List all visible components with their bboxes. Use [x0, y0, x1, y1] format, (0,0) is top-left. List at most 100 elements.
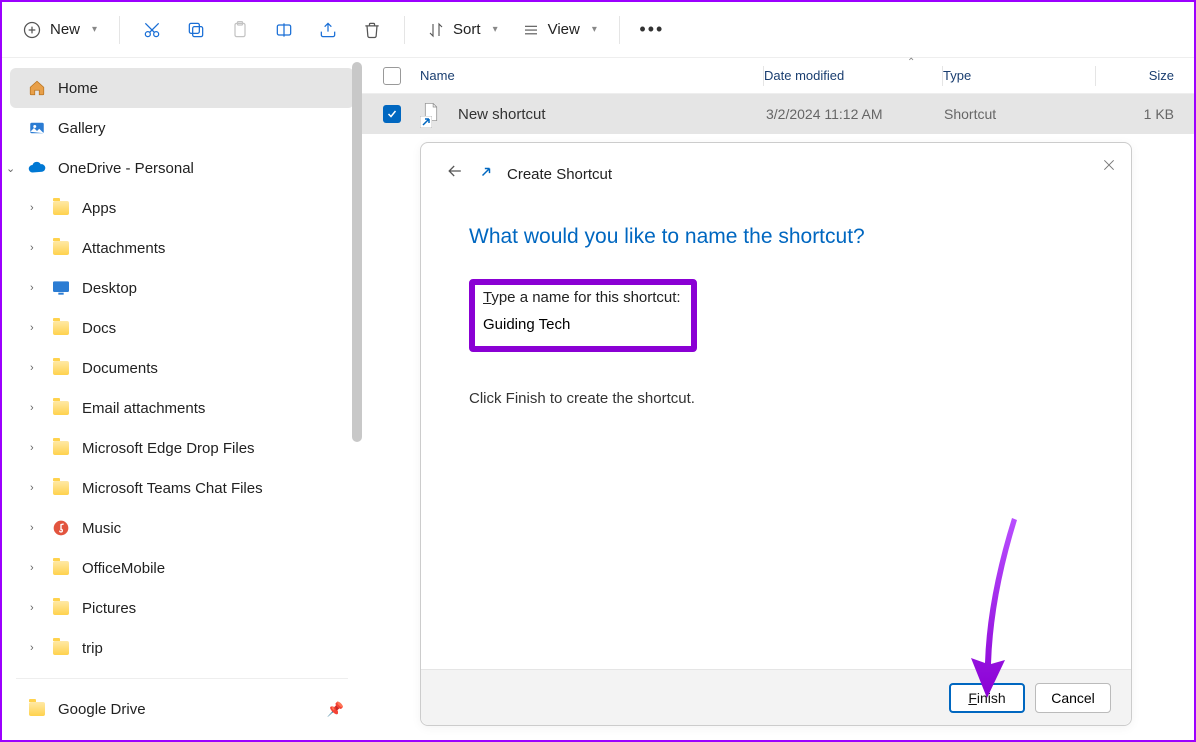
folder-icon — [50, 401, 72, 415]
sidebar-item-label: Documents — [82, 360, 158, 377]
sidebar-item-label: Microsoft Edge Drop Files — [82, 440, 255, 457]
shortcut-file-icon — [422, 102, 440, 126]
sidebar-item-label: OneDrive - Personal — [58, 160, 194, 177]
sidebar-item-folder[interactable]: ›Email attachments — [10, 388, 354, 428]
copy-icon — [186, 20, 206, 40]
close-button[interactable] — [1101, 157, 1117, 178]
sidebar-item-folder[interactable]: ›Docs — [10, 308, 354, 348]
copy-button[interactable] — [176, 10, 216, 50]
dialog-hint: Click Finish to create the shortcut. — [469, 390, 1083, 407]
share-icon — [318, 20, 338, 40]
chevron-right-icon: › — [30, 562, 48, 574]
folder-icon — [50, 241, 72, 255]
dialog-footer: Finish Cancel — [421, 669, 1131, 725]
list-icon — [522, 21, 540, 39]
sidebar-item-onedrive[interactable]: ⌄ OneDrive - Personal — [10, 148, 354, 188]
back-button[interactable] — [445, 161, 465, 187]
rename-button[interactable] — [264, 10, 304, 50]
folder-icon — [26, 702, 48, 716]
pin-icon: 📌 — [327, 701, 344, 718]
sidebar-item-folder[interactable]: ›Desktop — [10, 268, 354, 308]
sidebar-item-folder[interactable]: › OfficeMobile — [10, 548, 354, 588]
sort-label: Sort — [453, 21, 481, 38]
sidebar-item-label: OfficeMobile — [82, 560, 165, 577]
column-headers: ⌃ Name Date modified Type Size — [362, 58, 1194, 94]
new-button[interactable]: New ▾ — [12, 10, 107, 50]
sidebar-item-home[interactable]: Home — [10, 68, 354, 108]
sidebar-item-label: Pictures — [82, 600, 136, 617]
cell-name: New shortcut — [450, 106, 766, 123]
sidebar-item-label: Docs — [82, 320, 116, 337]
folder-icon — [50, 201, 72, 215]
input-label: Type a name for this shortcut: — [483, 289, 683, 306]
view-button[interactable]: View ▾ — [512, 10, 607, 50]
sidebar-item-label: Google Drive — [58, 701, 146, 718]
cancel-button[interactable]: Cancel — [1035, 683, 1111, 713]
sort-indicator-icon: ⌃ — [907, 57, 915, 68]
sidebar-item-folder[interactable]: ›Microsoft Edge Drop Files — [10, 428, 354, 468]
chevron-down-icon: ▾ — [592, 24, 597, 35]
separator — [404, 16, 405, 44]
paste-button[interactable] — [220, 10, 260, 50]
chevron-right-icon: › — [30, 602, 48, 614]
sidebar-item-label: Home — [58, 80, 98, 97]
column-name[interactable]: Name — [412, 68, 763, 83]
sidebar-item-label: trip — [82, 640, 103, 657]
select-all-checkbox[interactable] — [372, 67, 412, 85]
folder-icon — [50, 321, 72, 335]
sidebar-item-label: Desktop — [82, 280, 137, 297]
sort-button[interactable]: Sort ▾ — [417, 10, 508, 50]
rename-icon — [274, 20, 294, 40]
sidebar-item-folder[interactable]: ›Apps — [10, 188, 354, 228]
sidebar-item-folder[interactable]: ›Microsoft Teams Chat Files — [10, 468, 354, 508]
separator — [119, 16, 120, 44]
column-type[interactable]: Type — [943, 68, 1095, 83]
clipboard-icon — [230, 20, 250, 40]
dialog-question: What would you like to name the shortcut… — [469, 225, 1083, 249]
chevron-right-icon: › — [30, 402, 48, 414]
cell-size: 1 KB — [1096, 106, 1194, 122]
shortcut-name-input[interactable] — [483, 310, 688, 338]
chevron-down-icon: ▾ — [92, 24, 97, 35]
dialog-title: Create Shortcut — [507, 166, 612, 183]
folder-icon — [50, 361, 72, 375]
sidebar-item-folder[interactable]: › trip — [10, 628, 354, 668]
sidebar-item-gallery[interactable]: Gallery — [10, 108, 354, 148]
share-button[interactable] — [308, 10, 348, 50]
dialog-header: Create Shortcut — [421, 143, 1131, 205]
sidebar-item-folder[interactable]: ›Attachments — [10, 228, 354, 268]
delete-button[interactable] — [352, 10, 392, 50]
row-checkbox[interactable] — [383, 105, 401, 123]
chevron-down-icon: ▾ — [493, 24, 498, 35]
folder-icon — [50, 561, 72, 575]
scrollbar[interactable] — [352, 62, 362, 442]
trash-icon — [362, 20, 382, 40]
sidebar-item-folder[interactable]: › Pictures — [10, 588, 354, 628]
new-label: New — [50, 21, 80, 38]
close-icon — [1101, 157, 1117, 173]
more-button[interactable]: ••• — [632, 10, 672, 50]
sidebar: Home Gallery ⌄ OneDrive - Personal ›Apps… — [2, 58, 362, 740]
chevron-right-icon: › — [30, 642, 48, 654]
finish-button[interactable]: Finish — [949, 683, 1025, 713]
separator — [16, 678, 348, 679]
folder-icon — [50, 481, 72, 495]
column-size[interactable]: Size — [1096, 68, 1194, 83]
chevron-down-icon: ⌄ — [6, 162, 24, 175]
cut-button[interactable] — [132, 10, 172, 50]
gallery-icon — [26, 119, 48, 137]
sidebar-item-label: Music — [82, 520, 121, 537]
cloud-icon — [26, 159, 48, 177]
cell-date: 3/2/2024 11:12 AM — [766, 106, 944, 122]
sort-icon — [427, 21, 445, 39]
sidebar-item-folder[interactable]: ›Music — [10, 508, 354, 548]
plus-circle-icon — [22, 20, 42, 40]
sidebar-item-label: Gallery — [58, 120, 106, 137]
table-row[interactable]: New shortcut 3/2/2024 11:12 AM Shortcut … — [362, 94, 1194, 134]
arrow-left-icon — [445, 161, 465, 181]
folder-icon — [50, 601, 72, 615]
column-date[interactable]: Date modified — [764, 68, 942, 83]
sidebar-item-google-drive[interactable]: Google Drive 📌 — [10, 689, 354, 729]
sidebar-item-folder[interactable]: ›Documents — [10, 348, 354, 388]
folder-icon — [50, 641, 72, 655]
